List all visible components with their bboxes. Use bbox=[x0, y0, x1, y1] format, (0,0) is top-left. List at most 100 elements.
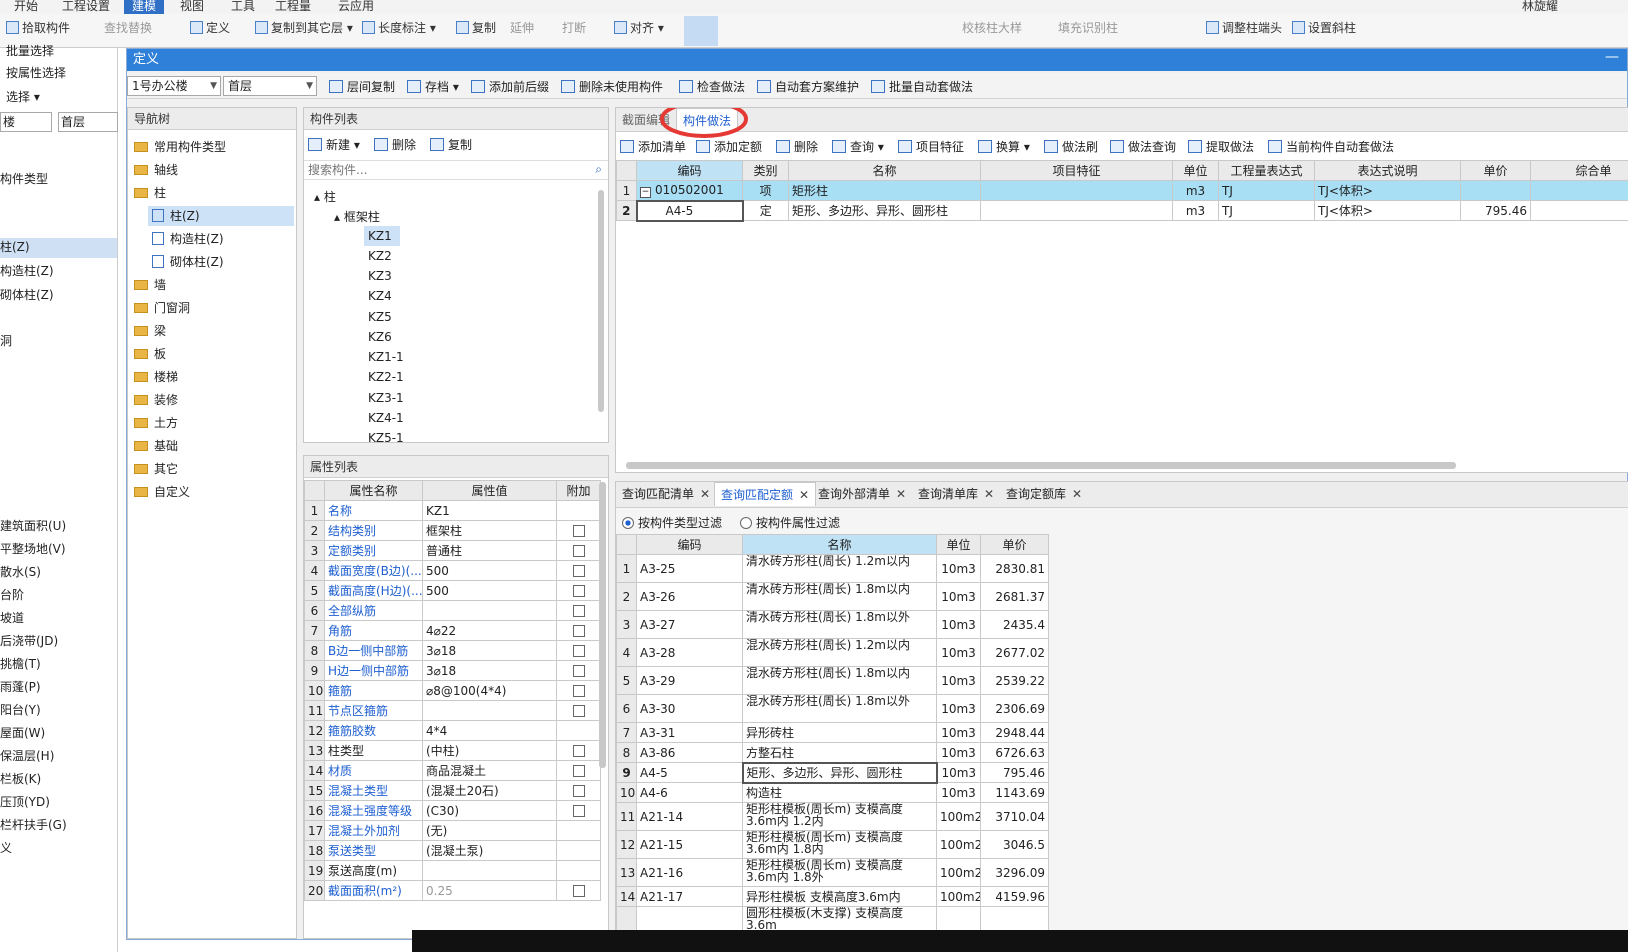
quota-unit[interactable]: 10m3 bbox=[936, 666, 981, 695]
quota-unit[interactable]: 10m3 bbox=[936, 610, 981, 639]
checkbox[interactable] bbox=[572, 564, 585, 577]
quota-code[interactable]: A3-30 bbox=[636, 694, 743, 723]
quota-price[interactable]: 1143.69 bbox=[980, 782, 1049, 803]
property-value[interactable]: (无) bbox=[422, 820, 557, 841]
attach-cell[interactable] bbox=[556, 820, 601, 841]
nav-item[interactable]: 墙 bbox=[134, 276, 166, 293]
quota-unit[interactable]: 100m2 bbox=[936, 830, 981, 859]
tree-root-column[interactable]: ▴ 柱 bbox=[314, 188, 336, 205]
close-icon[interactable]: ✕ bbox=[896, 487, 906, 501]
property-row[interactable]: 6 全部纵筋 bbox=[304, 600, 601, 621]
component-item[interactable]: KZ2-1 bbox=[368, 370, 404, 384]
batch-auto-method-button[interactable]: 批量自动套做法 bbox=[871, 78, 973, 95]
property-value[interactable] bbox=[422, 600, 557, 621]
quota-code[interactable]: A4-6 bbox=[636, 782, 743, 803]
code-cell[interactable]: A4-5 bbox=[635, 199, 744, 222]
check-column-detail-button[interactable]: 校核柱大样 bbox=[962, 19, 1022, 36]
add-quota-button[interactable]: 添加定额 bbox=[696, 138, 762, 155]
quota-price[interactable]: 3710.04 bbox=[980, 802, 1049, 831]
quota-code[interactable]: A3-27 bbox=[636, 610, 743, 639]
property-row[interactable]: 7 角筋 4⌀22 bbox=[304, 620, 601, 641]
expr-cell[interactable]: TJ bbox=[1218, 200, 1315, 221]
close-icon[interactable]: ✕ bbox=[700, 487, 710, 501]
new-component-button[interactable]: 新建 ▾ bbox=[308, 136, 360, 153]
quota-code[interactable]: A3-26 bbox=[636, 582, 743, 611]
left-item[interactable]: 栏杆扶手(G) bbox=[0, 816, 67, 833]
quota-name[interactable]: 矩形柱模板(周长m) 支模高度3.6m内 1.8外 bbox=[742, 858, 937, 887]
filter-by-type-radio[interactable]: 按构件类型过滤 bbox=[622, 514, 722, 531]
checkbox[interactable] bbox=[572, 584, 585, 597]
desc-cell[interactable]: TJ<体积> bbox=[1314, 180, 1461, 201]
menu-tools[interactable]: 工具 bbox=[231, 0, 255, 14]
point-tool-icon[interactable] bbox=[684, 16, 718, 46]
quota-row[interactable]: 8 A3-86 方整石柱 10m3 6726.63 bbox=[616, 742, 1049, 763]
property-value[interactable]: 500 bbox=[422, 580, 557, 601]
property-value[interactable]: 普通柱 bbox=[422, 540, 557, 561]
quota-code[interactable]: A21-16 bbox=[636, 858, 743, 887]
fill-identify-column-button[interactable]: 填充识别柱 bbox=[1058, 19, 1118, 36]
component-item[interactable]: KZ3 bbox=[368, 269, 392, 283]
checkbox[interactable] bbox=[572, 804, 585, 817]
quota-row[interactable]: 3 A3-27 清水砖方形柱(周长) 1.8m以外 10m3 2435.4 bbox=[616, 610, 1049, 639]
quota-price[interactable]: 3296.09 bbox=[980, 858, 1049, 887]
attach-cell[interactable] bbox=[556, 580, 601, 601]
nav-item-column-selected[interactable]: 柱(Z) bbox=[148, 206, 294, 226]
tab-list-library[interactable]: 查询清单库 ✕ bbox=[912, 482, 1000, 506]
checkbox[interactable] bbox=[572, 524, 585, 537]
attach-cell[interactable] bbox=[556, 620, 601, 641]
filter-by-property-radio[interactable]: 按构件属性过滤 bbox=[740, 514, 840, 531]
desc-cell[interactable]: TJ<体积> bbox=[1314, 200, 1461, 221]
select-dropdown[interactable]: 选择 ▾ bbox=[6, 88, 40, 105]
left-item[interactable]: 屋面(W) bbox=[0, 724, 45, 741]
nav-item[interactable]: 柱 bbox=[134, 184, 166, 201]
archive-button[interactable]: 存档 ▾ bbox=[407, 78, 459, 95]
quota-row[interactable]: 13 A21-16 矩形柱模板(周长m) 支模高度3.6m内 1.8外 100m2 32… bbox=[616, 858, 1049, 887]
property-row[interactable]: 18 泵送类型 (混凝土泵) bbox=[304, 840, 601, 861]
menu-quantity[interactable]: 工程量 bbox=[275, 0, 311, 14]
quota-price[interactable]: 2539.22 bbox=[980, 666, 1049, 695]
quota-name[interactable]: 矩形柱模板(周长m) 支模高度3.6m内 1.2内 bbox=[742, 802, 937, 831]
attach-cell[interactable] bbox=[556, 540, 601, 561]
quota-code[interactable]: A3-86 bbox=[636, 742, 743, 763]
nav-item[interactable]: 基础 bbox=[134, 437, 178, 454]
quota-code[interactable]: A21-15 bbox=[636, 830, 743, 859]
left-item[interactable]: 平整场地(V) bbox=[0, 540, 66, 557]
attach-cell[interactable] bbox=[556, 800, 601, 821]
checkbox[interactable] bbox=[572, 624, 585, 637]
left-item-selected[interactable]: 柱(Z) bbox=[0, 238, 117, 258]
quota-row[interactable]: 5 A3-29 混水砖方形柱(周长) 1.8m以内 10m3 2539.22 bbox=[616, 666, 1049, 695]
quota-row[interactable]: 6 A3-30 混水砖方形柱(周长) 1.8m以外 10m3 2306.69 bbox=[616, 694, 1049, 723]
quota-name[interactable]: 清水砖方形柱(周长) 1.8m以外 bbox=[742, 610, 937, 639]
quota-name[interactable]: 清水砖方形柱(周长) 1.2m以内 bbox=[742, 554, 937, 583]
property-value[interactable]: 4⌀22 bbox=[422, 620, 557, 641]
building-select[interactable]: 1号办公楼 ▼ bbox=[127, 76, 221, 96]
attach-cell[interactable] bbox=[556, 860, 601, 881]
scrollbar[interactable] bbox=[599, 482, 606, 768]
copy-to-layer-button[interactable]: 复制到其它层 ▾ bbox=[255, 19, 353, 36]
component-item[interactable]: KZ4-1 bbox=[368, 411, 404, 425]
close-icon[interactable]: — bbox=[1605, 49, 1619, 65]
property-row[interactable]: 9 H边一侧中部筋 3⌀18 bbox=[304, 660, 601, 681]
property-row[interactable]: 1 名称 KZ1 bbox=[304, 500, 601, 521]
property-row[interactable]: 16 混凝土强度等级 (C30) bbox=[304, 800, 601, 821]
nav-item[interactable]: 土方 bbox=[134, 414, 178, 431]
property-value[interactable]: 商品混凝土 bbox=[422, 760, 557, 781]
left-item[interactable]: 后浇带(JD) bbox=[0, 632, 58, 649]
scrollbar[interactable] bbox=[598, 190, 604, 412]
checkbox[interactable] bbox=[572, 644, 585, 657]
quota-row[interactable]: 14 A21-17 异形柱模板 支模高度3.6m内 100m2 4159.96 bbox=[616, 886, 1049, 907]
delete-unused-button[interactable]: 删除未使用构件 bbox=[561, 78, 663, 95]
price-cell[interactable]: 795.46 bbox=[1460, 200, 1531, 221]
quota-unit[interactable]: 100m2 bbox=[936, 858, 981, 887]
quota-price[interactable]: 2435.4 bbox=[980, 610, 1049, 639]
quota-row[interactable]: 9 A4-5 矩形、多边形、异形、圆形柱 10m3 795.46 bbox=[616, 761, 1049, 784]
quota-name[interactable]: 异形柱模板 支模高度3.6m内 bbox=[742, 886, 937, 907]
pick-component-button[interactable]: 拾取构件 bbox=[6, 19, 70, 36]
left-item[interactable]: 砌体柱(Z) bbox=[0, 286, 54, 303]
nav-item[interactable]: 板 bbox=[134, 345, 166, 362]
quota-name[interactable]: 混水砖方形柱(周长) 1.8m以外 bbox=[742, 694, 937, 723]
property-value[interactable]: 3⌀18 bbox=[422, 660, 557, 681]
property-value[interactable]: 框架柱 bbox=[422, 520, 557, 541]
checkbox[interactable] bbox=[572, 544, 585, 557]
quota-name[interactable]: 构造柱 bbox=[742, 782, 937, 803]
